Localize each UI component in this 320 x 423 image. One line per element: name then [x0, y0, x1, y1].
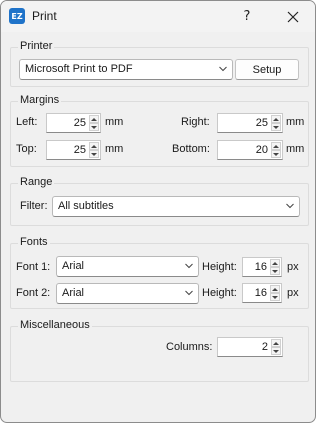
- font2-unit: px: [287, 287, 299, 299]
- range-group-title: Range: [18, 176, 55, 188]
- spin-up-icon[interactable]: [271, 115, 281, 123]
- bottom-margin-unit: mm: [286, 143, 305, 155]
- chevron-down-icon: [185, 290, 193, 296]
- spin-up-icon[interactable]: [89, 142, 99, 150]
- spin-down-icon[interactable]: [89, 123, 99, 131]
- columns-label: Columns:: [166, 341, 213, 353]
- printer-select-value: Microsoft Print to PDF: [25, 63, 133, 75]
- spin-down-icon[interactable]: [271, 150, 281, 158]
- filter-select[interactable]: All subtitles: [52, 196, 300, 217]
- left-margin-value: 25: [73, 117, 86, 129]
- spin-down-icon[interactable]: [271, 123, 281, 131]
- print-dialog: EZ Print ? Printer Microsoft Print to PD…: [0, 0, 316, 423]
- font2-height-label: Height:: [202, 287, 237, 299]
- font2-label: Font 2:: [16, 287, 51, 299]
- window-title: Print: [32, 9, 57, 23]
- spin-up-icon[interactable]: [89, 115, 99, 123]
- range-group: Range Filter: All subtitles: [10, 176, 309, 226]
- chevron-down-icon: [219, 66, 227, 72]
- misc-group: Miscellaneous Columns: 2: [10, 319, 309, 382]
- title-bar: EZ Print ?: [1, 1, 315, 32]
- right-margin-label: Right:: [181, 116, 210, 128]
- printer-group: Printer Microsoft Print to PDF Setup: [10, 40, 309, 87]
- fonts-group: Fonts Font 1: Arial Height: 16 px Font 2…: [10, 236, 309, 309]
- spin-down-icon[interactable]: [270, 267, 280, 275]
- spin-down-icon[interactable]: [89, 150, 99, 158]
- misc-group-title: Miscellaneous: [18, 319, 92, 331]
- printer-group-title: Printer: [18, 40, 55, 52]
- top-margin-value: 25: [73, 144, 86, 156]
- top-margin-spinner[interactable]: 25: [46, 140, 101, 160]
- left-margin-label: Left:: [16, 116, 38, 128]
- bottom-margin-value: 20: [255, 144, 268, 156]
- font1-select-value: Arial: [62, 260, 85, 272]
- fonts-group-title: Fonts: [18, 236, 50, 248]
- columns-value: 2: [261, 341, 268, 353]
- bottom-margin-spinner[interactable]: 20: [217, 140, 283, 160]
- spin-up-icon[interactable]: [271, 142, 281, 150]
- right-margin-value: 25: [255, 117, 268, 129]
- top-margin-label: Top:: [16, 143, 37, 155]
- app-icon: EZ: [9, 8, 25, 24]
- font2-select-value: Arial: [62, 287, 85, 299]
- help-button[interactable]: ?: [225, 1, 269, 32]
- right-margin-spinner[interactable]: 25: [217, 113, 283, 133]
- font2-height-value: 16: [254, 287, 267, 299]
- font1-height-spinner[interactable]: 16: [242, 257, 282, 277]
- font1-select[interactable]: Arial: [56, 256, 199, 277]
- right-margin-unit: mm: [286, 116, 305, 128]
- spin-up-icon[interactable]: [270, 285, 280, 293]
- font1-label: Font 1:: [16, 261, 51, 273]
- font1-unit: px: [287, 261, 299, 273]
- margins-group: Margins Left: 25 mm Right: 25 mm Top: 25…: [10, 94, 309, 167]
- close-button[interactable]: [271, 1, 315, 32]
- spin-up-icon[interactable]: [271, 339, 281, 347]
- spin-down-icon[interactable]: [271, 347, 281, 355]
- top-margin-unit: mm: [105, 143, 124, 155]
- columns-spinner[interactable]: 2: [217, 337, 283, 357]
- filter-label: Filter:: [20, 200, 48, 212]
- chevron-down-icon: [286, 203, 294, 209]
- bottom-margin-label: Bottom:: [172, 143, 210, 155]
- font1-height-value: 16: [254, 261, 267, 273]
- spin-down-icon[interactable]: [270, 293, 280, 301]
- font2-height-spinner[interactable]: 16: [242, 283, 282, 303]
- spin-up-icon[interactable]: [270, 259, 280, 267]
- left-margin-spinner[interactable]: 25: [46, 113, 101, 133]
- left-margin-unit: mm: [105, 116, 124, 128]
- font2-select[interactable]: Arial: [56, 283, 199, 304]
- printer-select[interactable]: Microsoft Print to PDF: [19, 59, 233, 80]
- filter-select-value: All subtitles: [58, 200, 114, 212]
- font1-height-label: Height:: [202, 261, 237, 273]
- margins-group-title: Margins: [18, 94, 62, 106]
- setup-button[interactable]: Setup: [235, 59, 299, 80]
- chevron-down-icon: [185, 263, 193, 269]
- close-icon: [287, 11, 299, 22]
